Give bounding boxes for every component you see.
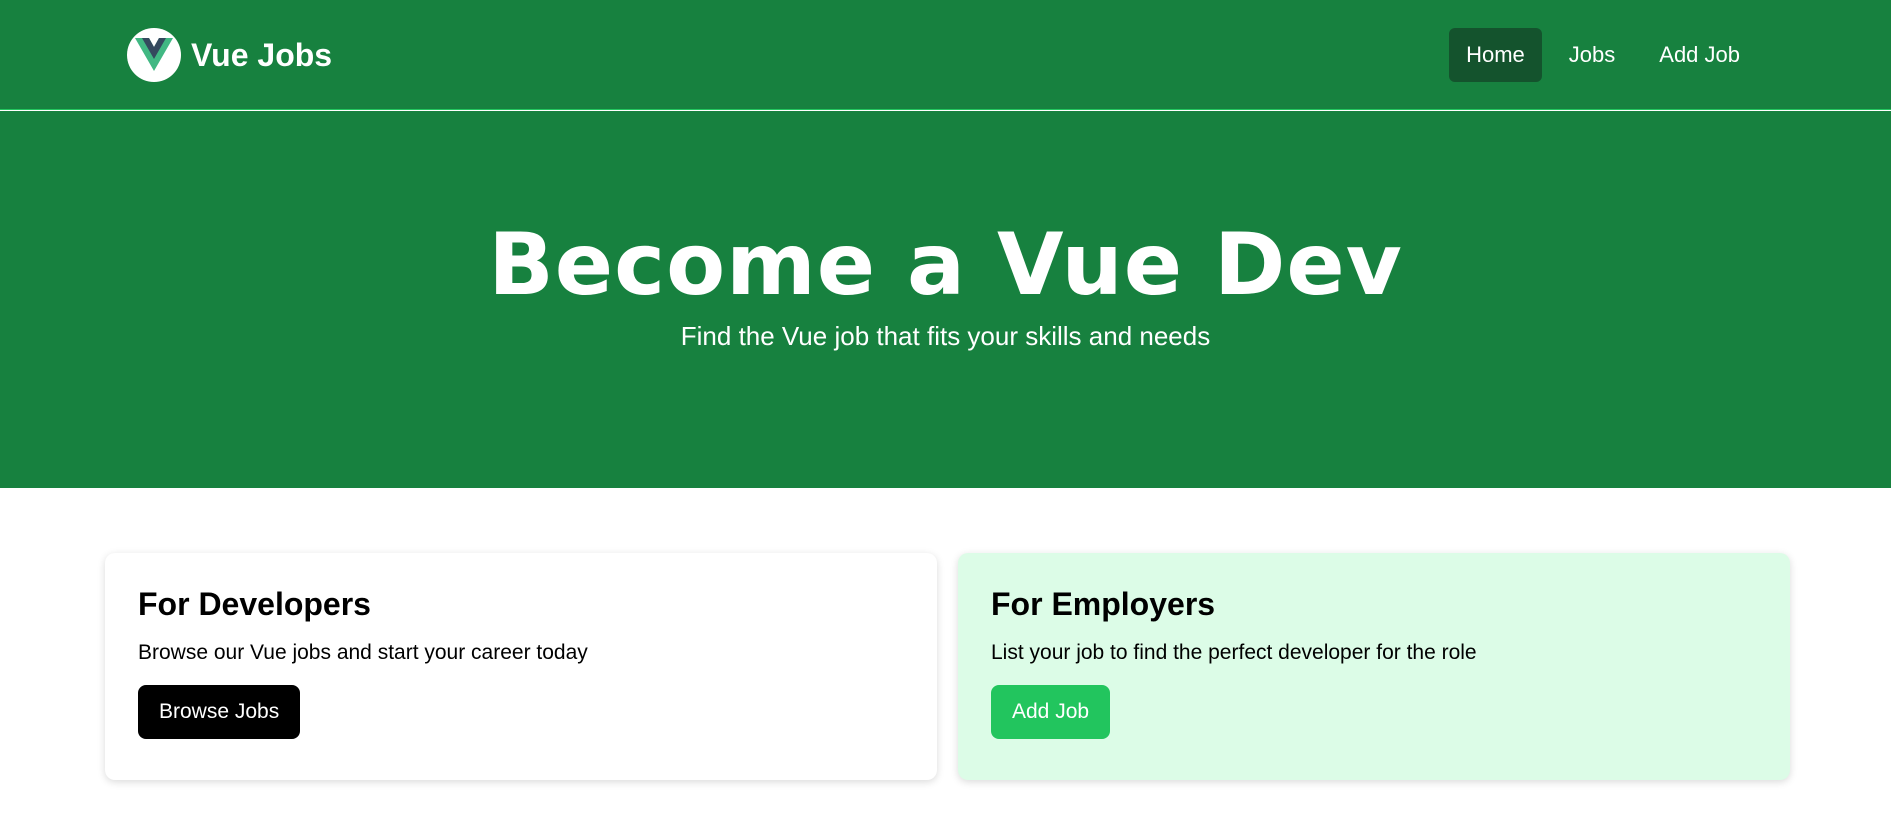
nav-link-jobs[interactable]: Jobs: [1552, 28, 1632, 82]
nav-link-add-job[interactable]: Add Job: [1642, 28, 1757, 82]
vue-logo-icon: [127, 28, 181, 82]
add-job-button[interactable]: Add Job: [991, 685, 1111, 739]
brand-name: Vue Jobs: [191, 36, 333, 73]
nav-link-home[interactable]: Home: [1449, 28, 1542, 82]
nav-links: Home Jobs Add Job: [1449, 28, 1757, 82]
browse-jobs-button[interactable]: Browse Jobs: [138, 685, 301, 739]
brand-link[interactable]: Vue Jobs: [127, 28, 332, 82]
employers-card-text: List your job to find the perfect develo…: [991, 641, 1477, 664]
developers-card: For Developers Browse our Vue jobs and s…: [105, 553, 937, 780]
hero-title: Become a Vue Dev: [488, 215, 1403, 315]
hero-subtitle: Find the Vue job that fits your skills a…: [680, 321, 1211, 351]
developers-card-title: For Developers: [138, 586, 371, 622]
hero-section: Become a Vue Dev Find the Vue job that f…: [0, 111, 1891, 488]
employers-card-title: For Employers: [991, 586, 1216, 622]
employers-card: For Employers List your job to find the …: [958, 553, 1790, 780]
developers-card-text: Browse our Vue jobs and start your caree…: [138, 641, 588, 664]
navbar: Vue Jobs Home Jobs Add Job: [0, 0, 1891, 110]
